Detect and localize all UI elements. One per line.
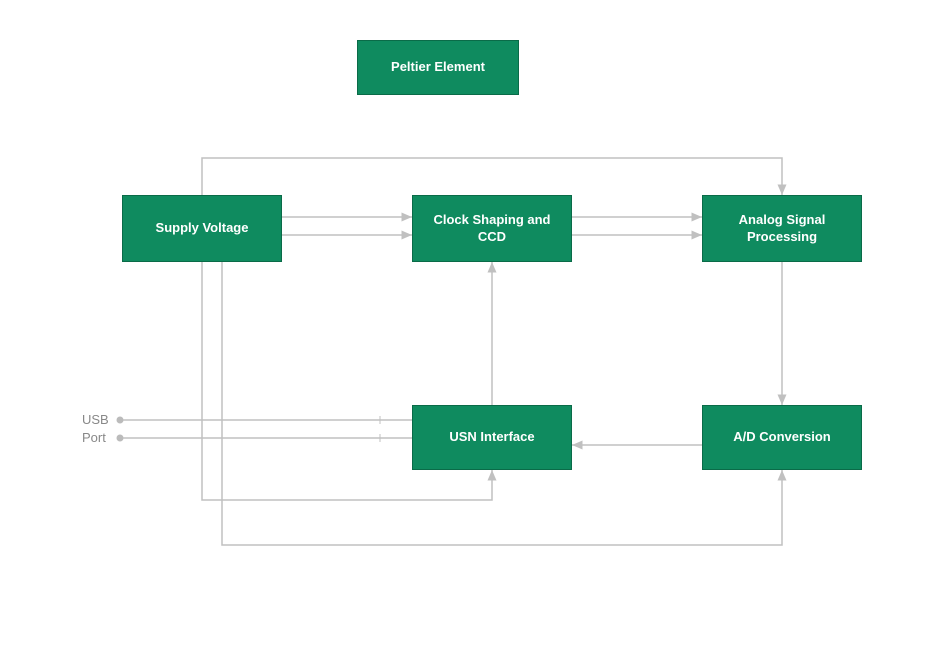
block-supply-label: Supply Voltage (156, 220, 249, 237)
block-analog-signal: Analog Signal Processing (702, 195, 862, 262)
block-clock-label: Clock Shaping and CCD (421, 212, 563, 246)
block-usn-label: USN Interface (449, 429, 534, 446)
connectors-layer (0, 0, 926, 656)
block-ad-label: A/D Conversion (733, 429, 831, 446)
block-analog-label: Analog Signal Processing (711, 212, 853, 246)
block-peltier: Peltier Element (357, 40, 519, 95)
block-usn-interface: USN Interface (412, 405, 572, 470)
label-usb: USB (82, 412, 109, 427)
label-port: Port (82, 430, 106, 445)
block-peltier-label: Peltier Element (391, 59, 485, 76)
block-ad-conversion: A/D Conversion (702, 405, 862, 470)
block-clock-shaping: Clock Shaping and CCD (412, 195, 572, 262)
block-supply-voltage: Supply Voltage (122, 195, 282, 262)
